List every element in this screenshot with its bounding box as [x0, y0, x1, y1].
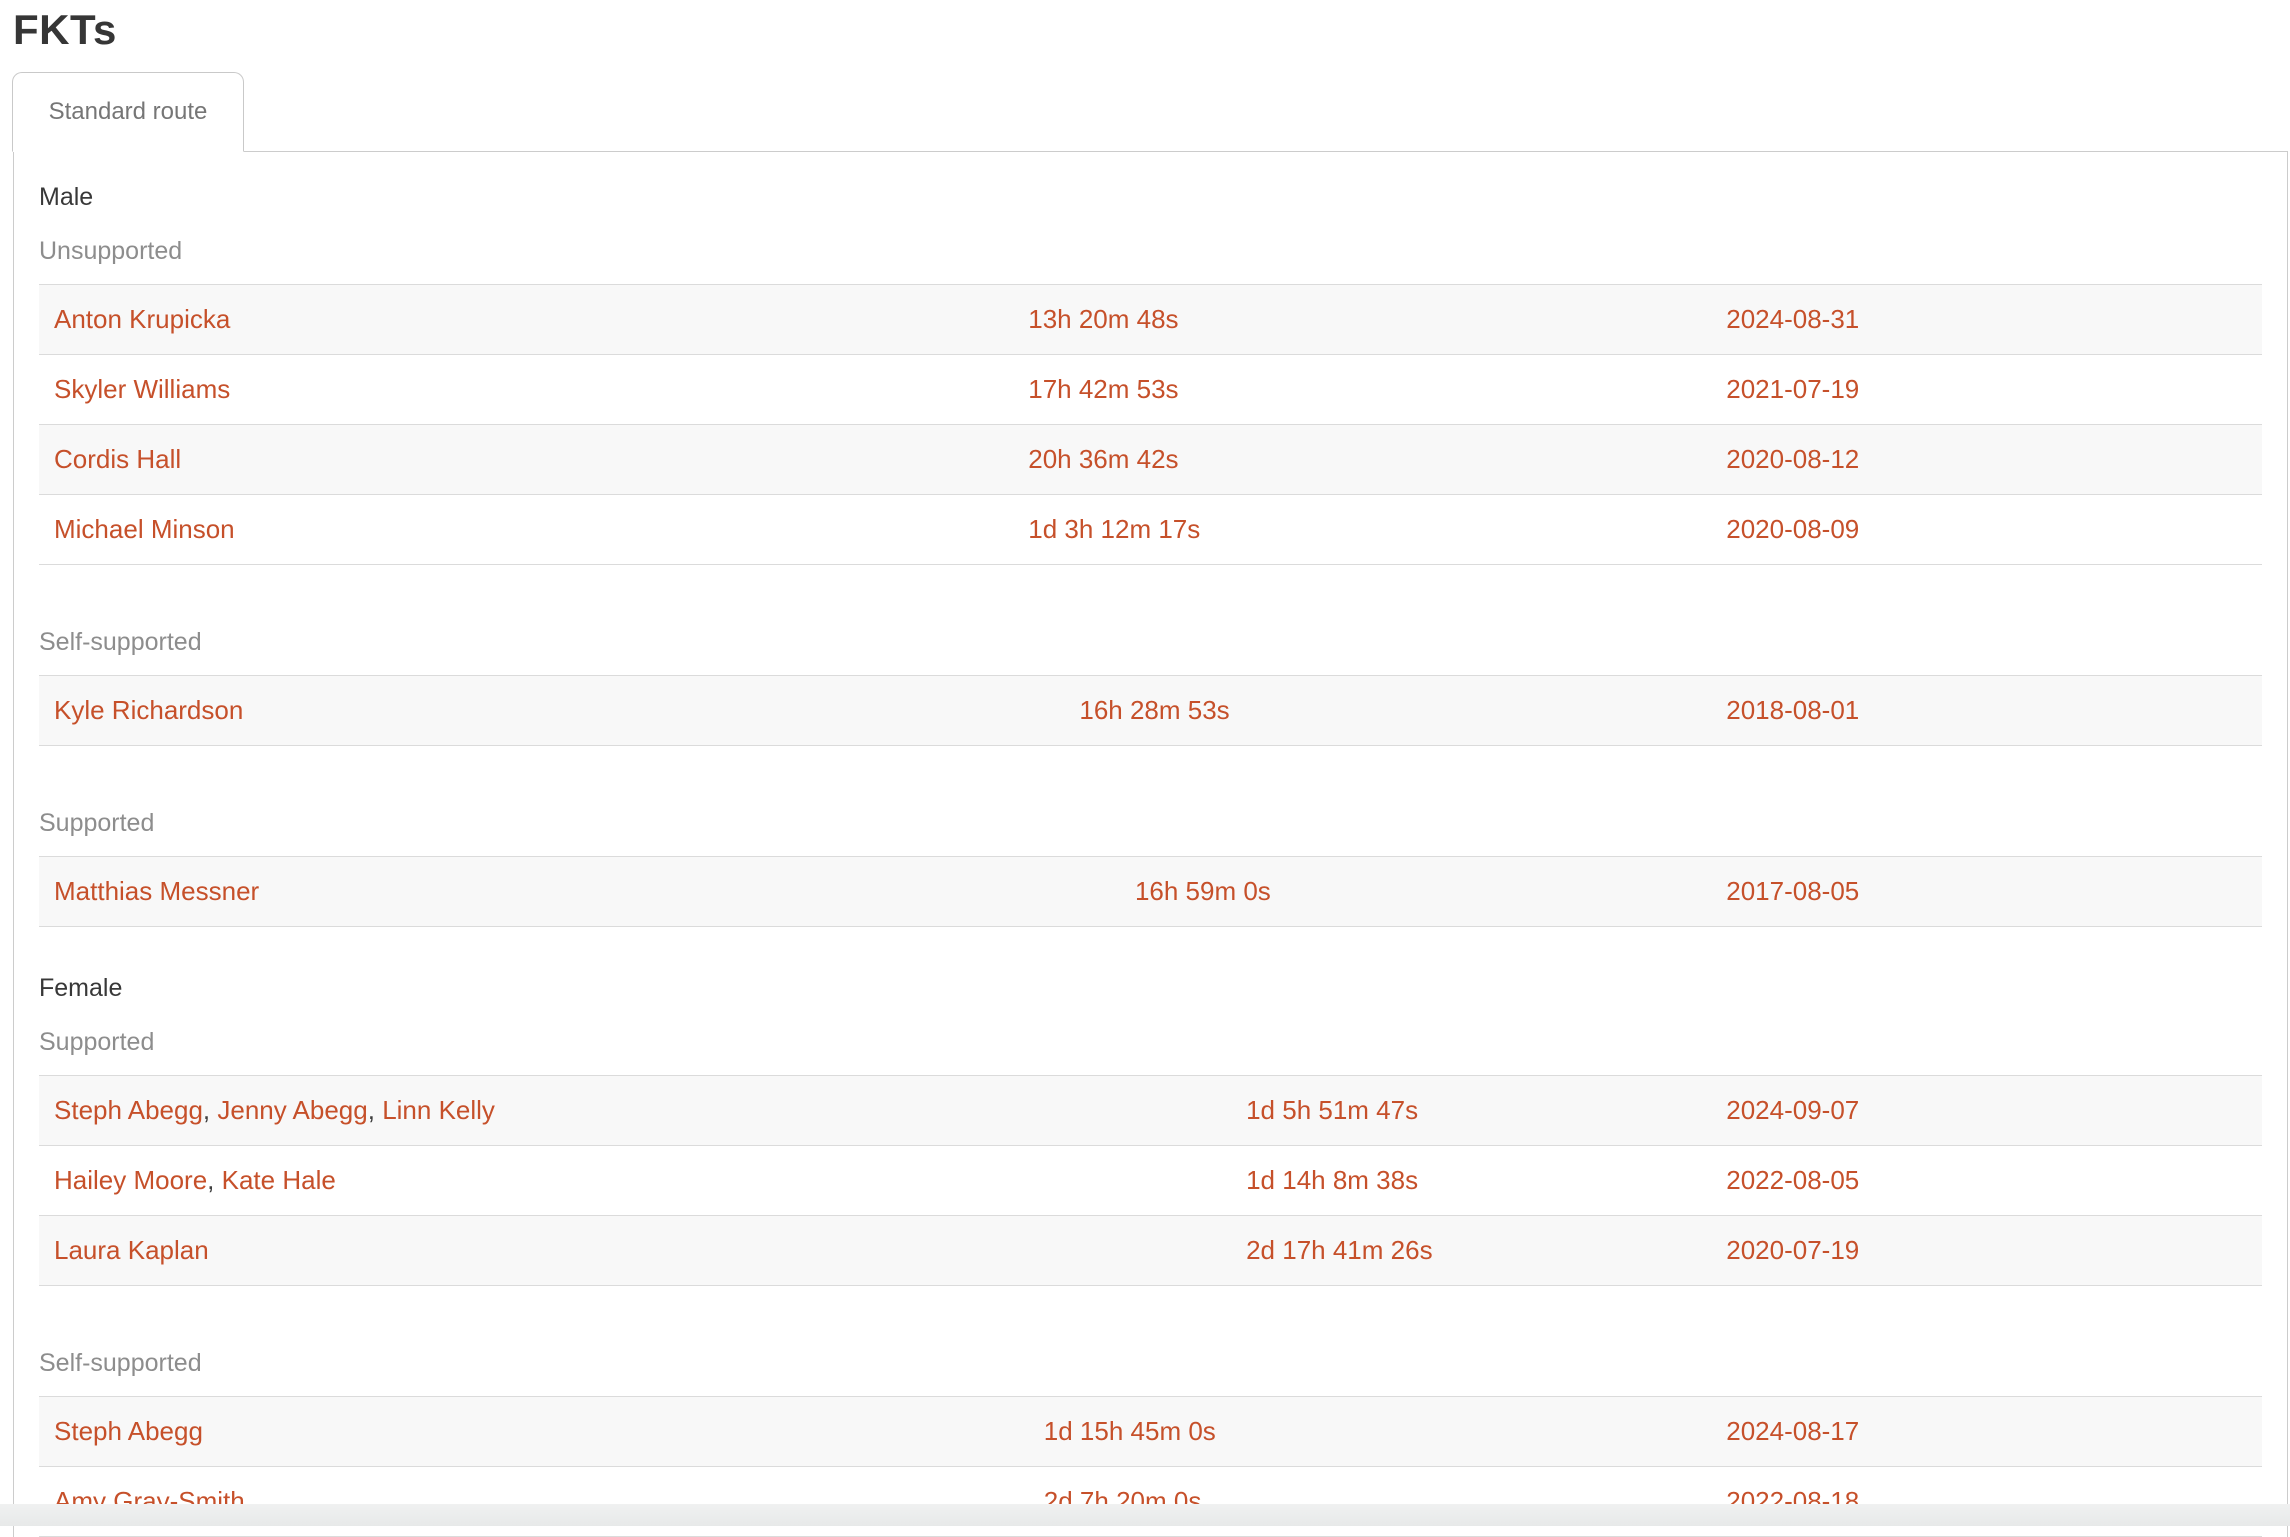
- page-bottom-strip: [0, 1504, 2290, 1526]
- time-cell: 1d 15h 45m 0s: [1044, 1397, 1726, 1467]
- category-heading: Supported: [39, 808, 2262, 838]
- date-link[interactable]: 2020-07-19: [1726, 1235, 1859, 1265]
- fkt-row: Skyler Williams 17h 42m 53s 2021-07-19: [39, 355, 2262, 425]
- athlete-cell: Cordis Hall: [39, 425, 1028, 495]
- time-cell: 16h 28m 53s: [1079, 676, 1726, 746]
- athlete-cell: Kyle Richardson: [39, 676, 1079, 746]
- athlete-link[interactable]: Skyler Williams: [54, 374, 230, 404]
- fkt-row: Matthias Messner 16h 59m 0s 2017-08-05: [39, 857, 2262, 927]
- time-cell: 16h 59m 0s: [1135, 857, 1726, 927]
- date-cell: 2022-08-18: [1726, 1467, 2262, 1537]
- fkt-row: Amy Gray-Smith2d 7h 20m 0s2022-08-18: [39, 1467, 2262, 1537]
- fkt-table: Matthias Messner 16h 59m 0s 2017-08-05: [39, 856, 2262, 927]
- athlete-link[interactable]: Steph Abegg: [54, 1416, 203, 1446]
- time-link[interactable]: 2d 17h 41m 26s: [1246, 1235, 1432, 1265]
- date-link[interactable]: 2024-08-31: [1726, 304, 1859, 334]
- date-cell: 2024-09-07: [1726, 1076, 2262, 1146]
- time-cell: 2d 17h 41m 26s: [1246, 1216, 1726, 1286]
- athlete-cell: Skyler Williams: [39, 355, 1028, 425]
- fkt-table: Anton Krupicka 13h 20m 48s 2024-08-31 Skyle…: [39, 284, 2262, 565]
- athlete-link[interactable]: Cordis Hall: [54, 444, 181, 474]
- athlete-link[interactable]: Anton Krupicka: [54, 304, 230, 334]
- category-heading: Self-supported: [39, 1348, 2262, 1378]
- time-link[interactable]: 20h 36m 42s: [1028, 444, 1178, 474]
- time-link[interactable]: 13h 20m 48s: [1028, 304, 1178, 334]
- time-link[interactable]: 1d 15h 45m 0s: [1044, 1416, 1216, 1446]
- time-cell: 20h 36m 42s: [1028, 425, 1726, 495]
- time-link[interactable]: 16h 59m 0s: [1135, 876, 1271, 906]
- date-cell: 2022-08-05: [1726, 1146, 2262, 1216]
- athlete-cell: Matthias Messner: [39, 857, 1135, 927]
- athlete-link[interactable]: Michael Minson: [54, 514, 235, 544]
- time-link[interactable]: 1d 14h 8m 38s: [1246, 1165, 1418, 1195]
- date-link[interactable]: 2021-07-19: [1726, 374, 1859, 404]
- fkt-row: Kyle Richardson 16h 28m 53s 2018-08-01: [39, 676, 2262, 746]
- date-cell: 2017-08-05: [1726, 857, 2262, 927]
- athlete-link[interactable]: Hailey Moore: [54, 1165, 207, 1195]
- athlete-link[interactable]: Linn Kelly: [382, 1095, 495, 1125]
- time-cell: 17h 42m 53s: [1028, 355, 1726, 425]
- athlete-link[interactable]: Steph Abegg: [54, 1095, 203, 1125]
- category-heading: Supported: [39, 1027, 2262, 1057]
- time-cell: 1d 14h 8m 38s: [1246, 1146, 1726, 1216]
- athlete-link[interactable]: Laura Kaplan: [54, 1235, 209, 1265]
- athlete-link[interactable]: Kyle Richardson: [54, 695, 243, 725]
- date-cell: 2020-08-12: [1726, 425, 2262, 495]
- fkt-table: Steph Abegg, Jenny Abegg, Linn Kelly1d 5…: [39, 1075, 2262, 1286]
- date-link[interactable]: 2017-08-05: [1726, 876, 1859, 906]
- date-link[interactable]: 2024-08-17: [1726, 1416, 1859, 1446]
- time-cell: 1d 5h 51m 47s: [1246, 1076, 1726, 1146]
- date-cell: 2024-08-17: [1726, 1397, 2262, 1467]
- fkt-row: Laura Kaplan 2d 17h 41m 26s 2020-07-19: [39, 1216, 2262, 1286]
- date-cell: 2020-08-09: [1726, 495, 2262, 565]
- gender-heading: Male: [39, 182, 2262, 212]
- athlete-cell: Amy Gray-Smith: [39, 1467, 1044, 1537]
- date-link[interactable]: 2024-09-07: [1726, 1095, 1859, 1125]
- tab-standard-route[interactable]: Standard route: [12, 72, 244, 152]
- time-link[interactable]: 1d 3h 12m 17s: [1028, 514, 1200, 544]
- athlete-cell: Steph Abegg: [39, 1397, 1044, 1467]
- athlete-cell: Michael Minson: [39, 495, 1028, 565]
- athlete-cell: Hailey Moore, Kate Hale: [39, 1146, 1246, 1216]
- fkt-row: Michael Minson 1d 3h 12m 17s 2020-08-09: [39, 495, 2262, 565]
- athlete-link[interactable]: Jenny Abegg: [217, 1095, 367, 1125]
- athlete-cell: Anton Krupicka: [39, 285, 1028, 355]
- category-heading: Unsupported: [39, 236, 2262, 266]
- date-link[interactable]: 2020-08-09: [1726, 514, 1859, 544]
- date-link[interactable]: 2022-08-05: [1726, 1165, 1859, 1195]
- tab-label: Standard route: [49, 98, 208, 126]
- time-cell: 2d 7h 20m 0s: [1044, 1467, 1726, 1537]
- category-heading: Self-supported: [39, 627, 2262, 657]
- fkt-row: Hailey Moore, Kate Hale1d 14h 8m 38s 2022…: [39, 1146, 2262, 1216]
- date-link[interactable]: 2020-08-12: [1726, 444, 1859, 474]
- page-title: FKTs: [13, 6, 2290, 54]
- fkt-row: Steph Abegg, Jenny Abegg, Linn Kelly1d 5…: [39, 1076, 2262, 1146]
- fkt-table: Kyle Richardson 16h 28m 53s 2018-08-01: [39, 675, 2262, 746]
- date-cell: 2024-08-31: [1726, 285, 2262, 355]
- fkt-row: Anton Krupicka 13h 20m 48s 2024-08-31: [39, 285, 2262, 355]
- time-link[interactable]: 17h 42m 53s: [1028, 374, 1178, 404]
- tab-panel: Male Unsupported Anton Krupicka 13h 20m 48s…: [13, 151, 2288, 1537]
- date-cell: 2018-08-01: [1726, 676, 2262, 746]
- time-cell: 1d 3h 12m 17s: [1028, 495, 1726, 565]
- time-cell: 13h 20m 48s: [1028, 285, 1726, 355]
- date-link[interactable]: 2018-08-01: [1726, 695, 1859, 725]
- fkt-page: FKTs Standard route Male Unsupported Anton…: [0, 0, 2290, 1537]
- athlete-link[interactable]: Kate Hale: [222, 1165, 336, 1195]
- athlete-link[interactable]: Matthias Messner: [54, 876, 259, 906]
- date-cell: 2020-07-19: [1726, 1216, 2262, 1286]
- time-link[interactable]: 16h 28m 53s: [1079, 695, 1229, 725]
- athlete-cell: Steph Abegg, Jenny Abegg, Linn Kelly: [39, 1076, 1246, 1146]
- gender-heading: Female: [39, 973, 2262, 1003]
- athlete-cell: Laura Kaplan: [39, 1216, 1246, 1286]
- fkt-row: Steph Abegg 1d 15h 45m 0s 2024-08-17: [39, 1397, 2262, 1467]
- date-cell: 2021-07-19: [1726, 355, 2262, 425]
- tab-bar: Standard route: [12, 72, 2290, 151]
- fkt-row: Cordis Hall 20h 36m 42s 2020-08-12: [39, 425, 2262, 495]
- time-link[interactable]: 1d 5h 51m 47s: [1246, 1095, 1418, 1125]
